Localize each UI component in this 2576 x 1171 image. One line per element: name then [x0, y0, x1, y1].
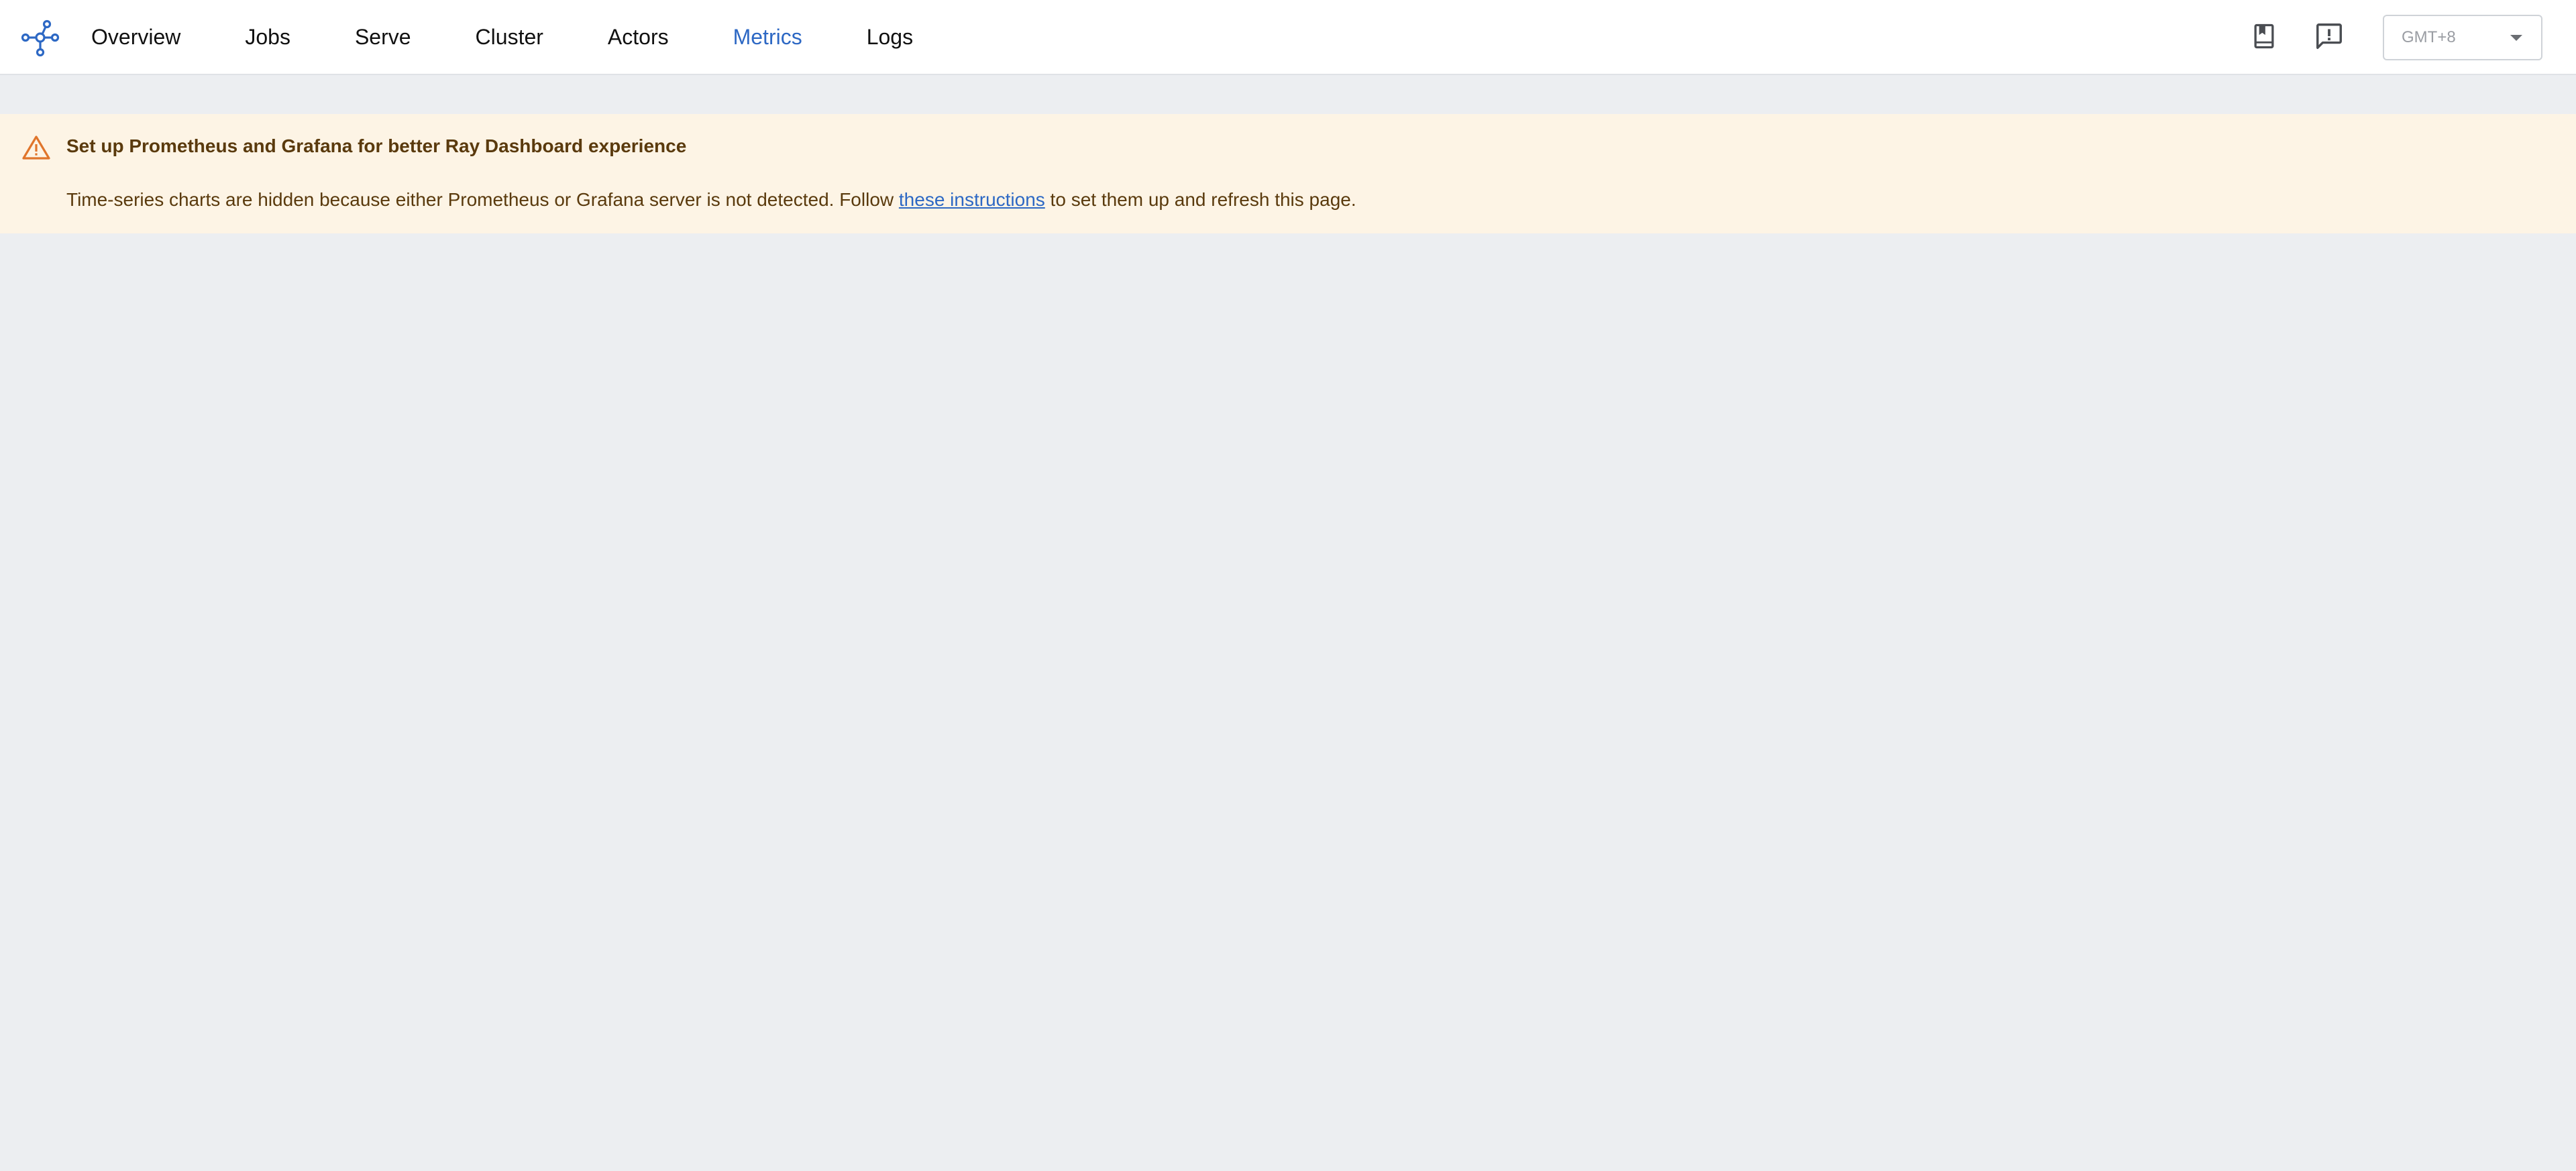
- tab-actors[interactable]: Actors: [608, 0, 669, 74]
- tab-logs[interactable]: Logs: [867, 0, 913, 74]
- timezone-value: GMT+8: [2402, 28, 2456, 46]
- feedback-icon: [2314, 21, 2345, 55]
- tab-metrics[interactable]: Metrics: [733, 0, 802, 74]
- chevron-down-icon: [2510, 35, 2522, 41]
- alert-message: Time-series charts are hidden because ei…: [66, 189, 1356, 211]
- tab-overview[interactable]: Overview: [91, 0, 180, 74]
- alert-title: Set up Prometheus and Grafana for better…: [66, 135, 687, 156]
- ray-logo-icon[interactable]: [20, 17, 60, 58]
- alert-message-prefix: Time-series charts are hidden because ei…: [66, 189, 899, 210]
- alert-message-suffix: to set them up and refresh this page.: [1044, 189, 1356, 210]
- tab-jobs[interactable]: Jobs: [245, 0, 290, 74]
- main-nav: Overview Jobs Serve Cluster Actors Metri…: [91, 0, 977, 74]
- book-icon: [2249, 21, 2279, 54]
- instructions-link[interactable]: these instructions: [899, 189, 1045, 210]
- warning-icon: [21, 134, 51, 161]
- timezone-select[interactable]: GMT+8: [2383, 15, 2542, 60]
- docs-button[interactable]: [2244, 17, 2284, 58]
- feedback-button[interactable]: [2309, 17, 2349, 58]
- prometheus-grafana-warning-alert: [0, 114, 2576, 233]
- top-navigation-bar: Overview Jobs Serve Cluster Actors Metri…: [0, 0, 2576, 75]
- tab-serve[interactable]: Serve: [355, 0, 411, 74]
- tab-cluster[interactable]: Cluster: [476, 0, 543, 74]
